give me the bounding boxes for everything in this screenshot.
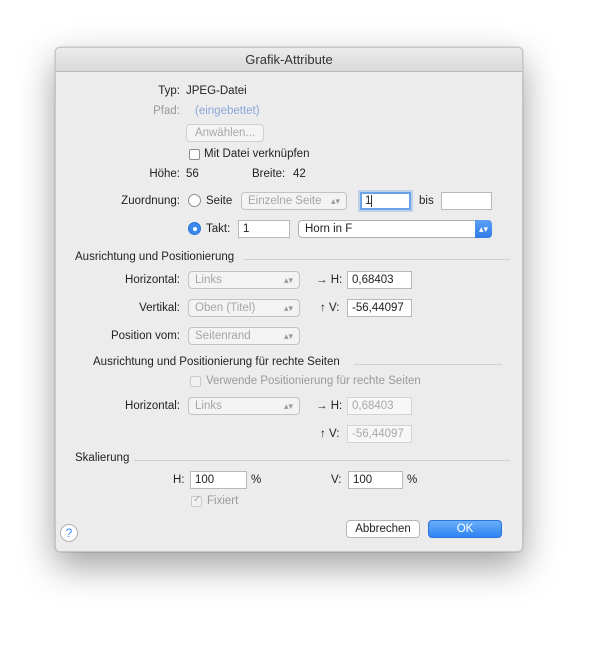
scale-v-label: V: bbox=[331, 474, 342, 486]
to-label: bis bbox=[419, 195, 434, 207]
scale-h-unit: % bbox=[251, 474, 262, 486]
v-offset-label: ↑ V: bbox=[320, 302, 340, 314]
horizontal-label: Horizontal: bbox=[125, 274, 180, 286]
section-separator bbox=[244, 259, 510, 260]
page-popup-value: Einzelne Seite bbox=[248, 195, 322, 207]
cancel-button[interactable]: Abbrechen bbox=[346, 520, 420, 538]
grafik-attribute-dialog: Grafik-Attribute Typ: JPEG-Datei Pfad: (… bbox=[55, 47, 523, 552]
fixed-checkbox[interactable]: ✓ bbox=[191, 494, 202, 507]
right-v-offset-input[interactable]: -56,44097 bbox=[347, 425, 412, 443]
chevron-updown-icon: ▴▾ bbox=[283, 303, 293, 313]
h-offset-input[interactable]: 0,68403 bbox=[347, 271, 412, 289]
link-file-checkbox[interactable] bbox=[189, 149, 200, 160]
measure-radio-label: Takt: bbox=[206, 223, 231, 235]
chevron-updown-icon: ▴▾ bbox=[283, 275, 293, 285]
right-horizontal-popup-value: Links bbox=[195, 400, 222, 412]
use-right-pages-label: Verwende Positionierung für rechte Seite… bbox=[206, 375, 421, 387]
chevron-updown-icon: ▴▾ bbox=[283, 401, 293, 411]
right-h-offset-label: → H: bbox=[316, 400, 343, 412]
text-caret bbox=[371, 194, 373, 207]
scale-v-unit: % bbox=[407, 474, 418, 486]
link-file-label: Mit Datei verknüpfen bbox=[204, 148, 310, 160]
h-offset-label: → H: bbox=[316, 274, 343, 286]
alignment-section-title: Ausrichtung und Positionierung bbox=[75, 251, 235, 263]
help-icon[interactable]: ? bbox=[60, 524, 78, 542]
right-horizontal-popup[interactable]: Links ▴▾ bbox=[188, 397, 300, 415]
instrument-popup-value: Horn in F bbox=[305, 223, 353, 235]
from-page-input[interactable]: 1 bbox=[360, 192, 411, 210]
right-pages-section-title: Ausrichtung und Positionierung für recht… bbox=[93, 356, 340, 368]
ok-button[interactable]: OK bbox=[428, 520, 502, 538]
scale-h-input[interactable]: 100 bbox=[190, 471, 247, 489]
use-right-pages-checkbox[interactable] bbox=[190, 376, 201, 387]
fixed-label: Fixiert bbox=[207, 495, 239, 507]
to-page-input[interactable] bbox=[441, 192, 492, 210]
right-horizontal-label: Horizontal: bbox=[125, 400, 180, 412]
v-offset-input[interactable]: -56,44097 bbox=[347, 299, 412, 317]
horizontal-popup[interactable]: Links ▴▾ bbox=[188, 271, 300, 289]
chevron-updown-icon: ▴▾ bbox=[475, 220, 492, 238]
measure-radio[interactable] bbox=[188, 222, 201, 235]
pfad-label: Pfad: bbox=[153, 105, 180, 117]
page-radio-label: Seite bbox=[206, 195, 233, 207]
instrument-popup[interactable]: Horn in F ▴▾ bbox=[298, 220, 492, 238]
scale-v-input[interactable]: 100 bbox=[348, 471, 403, 489]
vertical-popup[interactable]: Oben (Titel) ▴▾ bbox=[188, 299, 300, 317]
position-from-popup-value: Seitenrand bbox=[195, 330, 251, 342]
pfad-value: (eingebettet) bbox=[195, 105, 260, 117]
right-v-offset-label: ↑ V: bbox=[320, 428, 340, 440]
typ-label: Typ: bbox=[158, 85, 180, 97]
section-separator bbox=[354, 364, 502, 365]
page-radio[interactable] bbox=[188, 194, 201, 207]
page-popup[interactable]: Einzelne Seite ▴▾ bbox=[241, 192, 347, 210]
position-from-label: Position vom: bbox=[110, 330, 180, 342]
choose-file-button[interactable]: Anwählen... bbox=[186, 124, 264, 142]
assignment-label: Zuordnung: bbox=[121, 195, 180, 207]
position-from-popup[interactable]: Seitenrand ▴▾ bbox=[188, 327, 300, 345]
measure-input[interactable]: 1 bbox=[238, 220, 290, 238]
chevron-updown-icon: ▴▾ bbox=[283, 331, 293, 341]
chevron-updown-icon: ▴▾ bbox=[330, 196, 340, 206]
horizontal-popup-value: Links bbox=[195, 274, 222, 286]
scaling-section-title: Skalierung bbox=[75, 452, 130, 464]
typ-value: JPEG-Datei bbox=[186, 85, 247, 97]
width-label: Breite: bbox=[252, 168, 286, 180]
checkmark-icon: ✓ bbox=[193, 494, 202, 505]
section-separator bbox=[134, 460, 510, 461]
window-title: Grafik-Attribute bbox=[56, 48, 522, 72]
height-label: Höhe: bbox=[149, 168, 180, 180]
vertical-popup-value: Oben (Titel) bbox=[195, 302, 256, 314]
height-value: 56 bbox=[186, 168, 199, 180]
width-value: 42 bbox=[293, 168, 306, 180]
scale-h-label: H: bbox=[173, 474, 185, 486]
vertical-label: Vertikal: bbox=[139, 302, 180, 314]
right-h-offset-input[interactable]: 0,68403 bbox=[347, 397, 412, 415]
